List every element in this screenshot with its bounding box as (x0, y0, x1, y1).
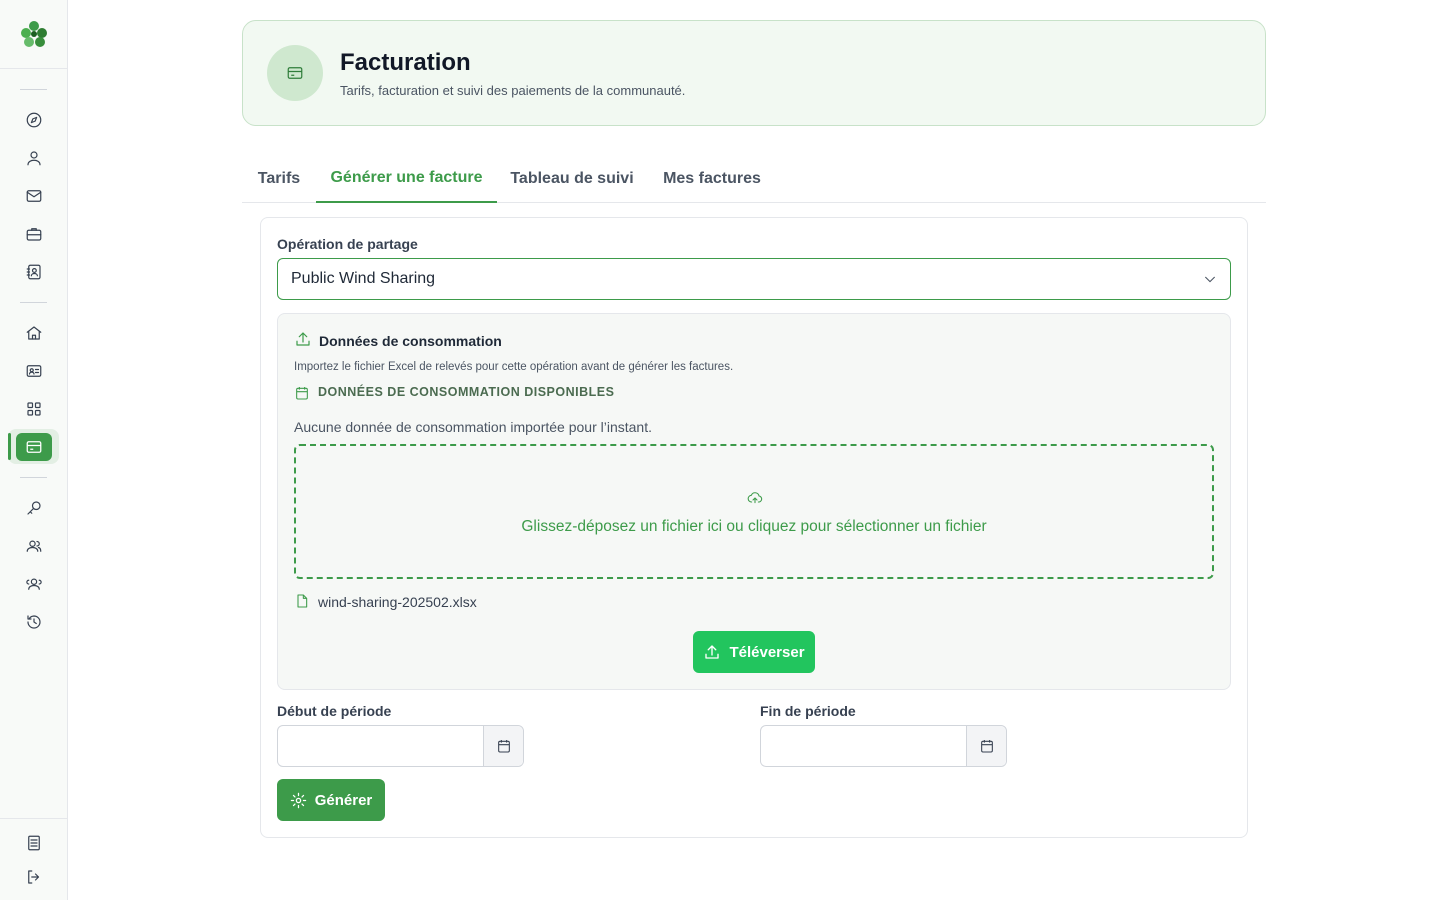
tab-bar: Tarifs Générer une facture Tableau de su… (242, 155, 1266, 203)
page-title: Facturation (340, 49, 471, 76)
dropzone-text: Glissez-déposez un fichier ici ou clique… (521, 518, 987, 535)
file-icon (294, 593, 310, 609)
tab-mes-factures[interactable]: Mes factures (647, 155, 777, 203)
upload-button-label: Téléverser (729, 643, 805, 661)
start-date-label: Début de période (277, 703, 392, 719)
consumption-description: Importez le fichier Excel de relevés pou… (294, 361, 734, 373)
start-date-group (277, 725, 524, 767)
sidebar-divider (0, 68, 67, 69)
home-icon[interactable] (22, 321, 46, 345)
end-date-label: Fin de période (760, 703, 856, 719)
available-data-label: DONNÉES DE CONSOMMATION DISPONIBLES (318, 385, 615, 399)
sidebar (0, 0, 68, 900)
file-dropzone[interactable]: Glissez-déposez un fichier ici ou clique… (294, 444, 1214, 579)
user-icon[interactable] (22, 146, 46, 170)
end-date-input[interactable] (761, 726, 967, 766)
billing-card-icon (267, 45, 323, 101)
grid-icon[interactable] (22, 397, 46, 421)
tab-tableau-suivi[interactable]: Tableau de suivi (497, 155, 647, 203)
calendar-icon[interactable] (483, 726, 523, 766)
history-icon[interactable] (22, 610, 46, 634)
generate-button-label: Générer (314, 791, 373, 809)
operation-select-value: Public Wind Sharing (291, 270, 436, 287)
upload-button[interactable]: Téléverser (693, 631, 815, 673)
calendar-icon[interactable] (966, 726, 1006, 766)
upload-icon (294, 330, 312, 348)
generate-button[interactable]: Générer (277, 779, 385, 821)
cloud-upload-icon (747, 490, 763, 506)
key-icon[interactable] (22, 496, 46, 520)
gear-icon (290, 792, 306, 808)
id-card-icon[interactable] (22, 359, 46, 383)
consumption-title: Données de consommation (319, 333, 502, 349)
empty-state-text: Aucune donnée de consommation importée p… (294, 419, 652, 435)
sidebar-active-indicator (8, 433, 11, 460)
consumption-section: Données de consommation Importez le fich… (277, 313, 1231, 690)
contact-book-icon[interactable] (22, 260, 46, 284)
sidebar-divider (0, 818, 67, 819)
upload-icon (705, 645, 720, 659)
compass-icon[interactable] (22, 108, 46, 132)
start-date-input[interactable] (278, 726, 484, 766)
invoice-form-panel: Opération de partage Public Wind Sharing… (260, 217, 1248, 838)
document-icon[interactable] (22, 831, 46, 855)
tab-generer-facture[interactable]: Générer une facture (316, 155, 497, 203)
billing-card-icon[interactable] (16, 433, 52, 461)
logout-icon[interactable] (22, 865, 46, 889)
calendar-icon (294, 385, 310, 401)
clover-logo-icon[interactable] (19, 19, 49, 49)
users-icon[interactable] (22, 534, 46, 558)
selected-file-name: wind-sharing-202502.xlsx (318, 594, 477, 610)
tab-tarifs[interactable]: Tarifs (242, 155, 316, 203)
mail-icon[interactable] (22, 184, 46, 208)
operation-label: Opération de partage (277, 236, 418, 252)
briefcase-icon[interactable] (22, 222, 46, 246)
page-subtitle: Tarifs, facturation et suivi des paiemen… (340, 83, 686, 98)
sidebar-separator (20, 477, 47, 478)
chevron-down-icon (1202, 271, 1218, 287)
operation-select[interactable]: Public Wind Sharing (277, 258, 1231, 300)
page-header: Facturation Tarifs, facturation et suivi… (242, 20, 1266, 126)
sidebar-separator (20, 302, 47, 303)
end-date-group (760, 725, 1007, 767)
group-icon[interactable] (22, 572, 46, 596)
sidebar-separator (20, 89, 47, 90)
